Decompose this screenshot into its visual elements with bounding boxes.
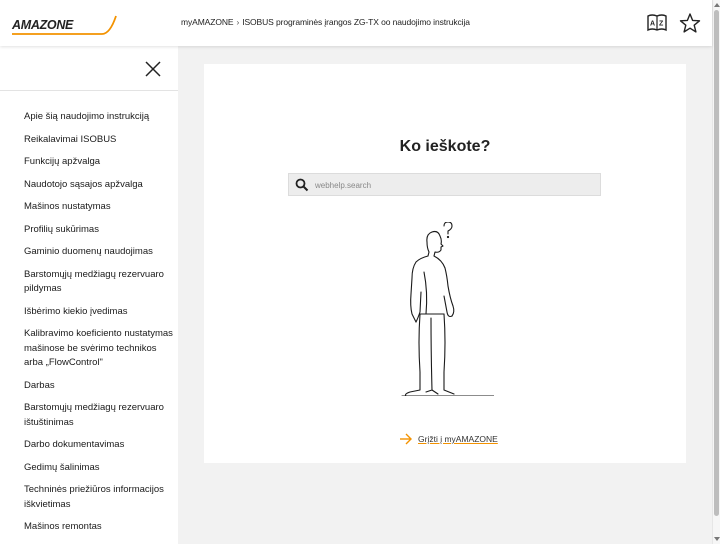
search-card: Ko ieškote? Grį	[204, 64, 686, 463]
scroll-down-icon[interactable]	[714, 536, 720, 542]
sidebar: Apie šią naudojimo instrukciją Reikalavi…	[0, 46, 178, 544]
page-scrollbar[interactable]	[712, 0, 720, 544]
breadcrumb-item-myamazone[interactable]: myAMAZONE	[181, 17, 234, 27]
sidebar-item[interactable]: Barstomųjų medžiagų rezervuaro ištuštini…	[24, 401, 174, 430]
sidebar-nav: Apie šią naudojimo instrukciją Reikalavi…	[24, 110, 174, 543]
breadcrumb-item-manual[interactable]: ISOBUS programinės įrangos ZG-TX oo naud…	[242, 17, 470, 27]
svg-text:Z: Z	[659, 21, 664, 28]
sidebar-item[interactable]: Apie šią naudojimo instrukciją	[24, 110, 174, 125]
sidebar-item[interactable]: Gaminio duomenų naudojimas	[24, 245, 174, 260]
sidebar-top-bar	[0, 46, 178, 91]
sidebar-item[interactable]: Techninės priežiūros informacijos iškvie…	[24, 483, 174, 512]
amazone-logo[interactable]: AMAZONE	[10, 13, 118, 37]
sidebar-item[interactable]: Darbas	[24, 379, 174, 394]
dictionary-icon[interactable]: A Z	[646, 12, 668, 34]
sidebar-item[interactable]: Profilių sukūrimas	[24, 223, 174, 238]
search-icon	[295, 178, 309, 192]
sidebar-item[interactable]: Reikalavimai ISOBUS	[24, 133, 174, 148]
breadcrumb-separator: ›	[236, 17, 240, 27]
sidebar-item[interactable]: Gedimų šalinimas	[24, 461, 174, 476]
close-icon[interactable]	[144, 60, 162, 78]
sidebar-item[interactable]: Išbėrimo kiekio įvedimas	[24, 305, 174, 320]
svg-text:A: A	[650, 21, 655, 28]
scroll-up-icon[interactable]	[714, 2, 720, 8]
page-title: Ko ieškote?	[399, 138, 491, 155]
sidebar-item[interactable]: Mašinos remontas	[24, 520, 174, 535]
scrollbar-thumb[interactable]	[714, 10, 719, 516]
favorite-star-icon[interactable]	[679, 12, 701, 34]
breadcrumb: myAMAZONE › ISOBUS programinės įrangos ZG-…	[181, 17, 470, 27]
sidebar-item[interactable]: Barstomųjų medžiagų rezervuaro pildymas	[24, 268, 174, 297]
logo-text: AMAZONE	[11, 18, 74, 32]
arrow-right-icon	[400, 433, 412, 445]
sidebar-item[interactable]: Darbo dokumentavimas	[24, 438, 174, 453]
person-question-illustration	[401, 222, 494, 396]
back-link-label: Grįžti į myAMAZONE	[418, 434, 498, 444]
search-box[interactable]	[288, 173, 601, 196]
search-input[interactable]	[315, 176, 595, 194]
sidebar-item[interactable]: Naudotojo sąsajos apžvalga	[24, 178, 174, 193]
back-to-myamazone-link[interactable]: Grįžti į myAMAZONE	[399, 432, 498, 446]
sidebar-item[interactable]: Mašinos nustatymas	[24, 200, 174, 215]
top-header: AMAZONE myAMAZONE › ISOBUS programinės įra…	[0, 0, 712, 46]
sidebar-item[interactable]: Kalibravimo koeficiento nustatymas mašin…	[24, 327, 174, 371]
sidebar-item[interactable]: Funkcijų apžvalga	[24, 155, 174, 170]
